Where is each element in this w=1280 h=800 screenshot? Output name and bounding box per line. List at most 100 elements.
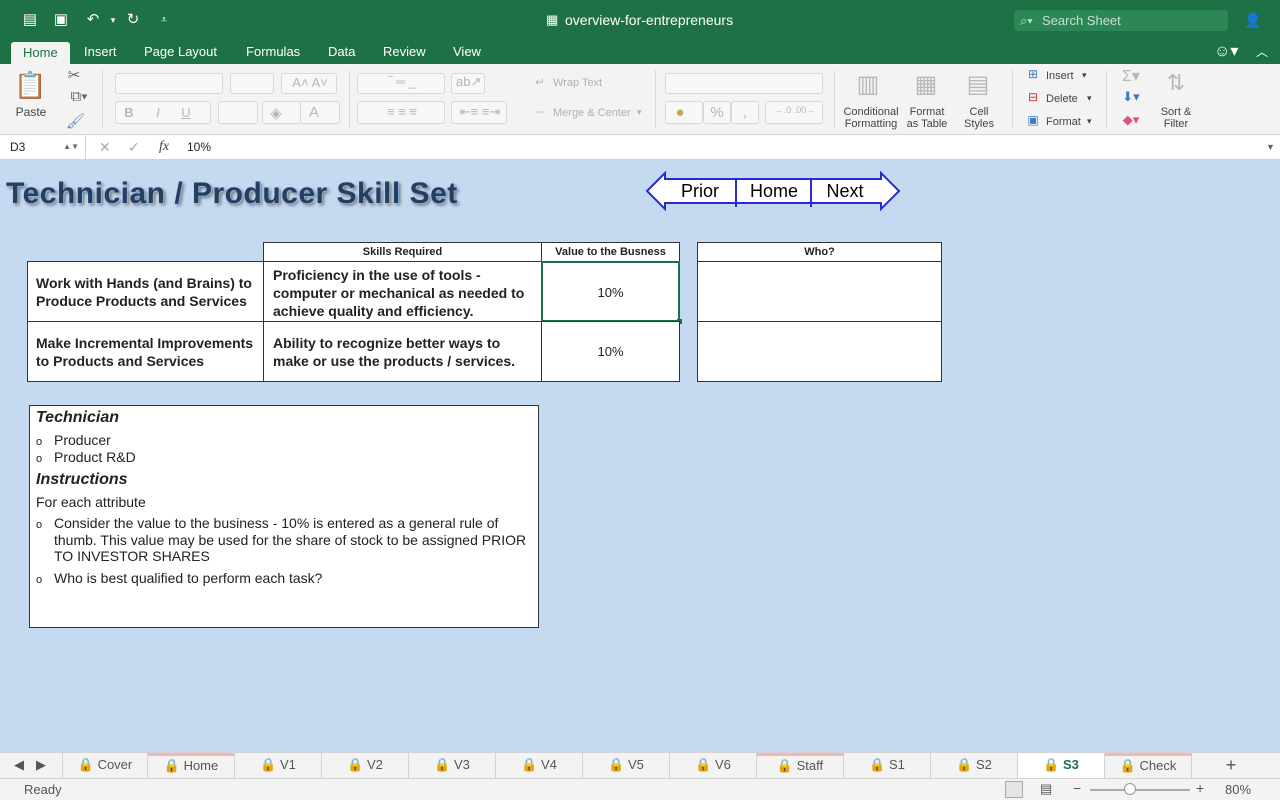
normal-view-icon[interactable]	[1005, 781, 1023, 798]
attribute-cell[interactable]: Make Incremental Improvements to Product…	[27, 321, 264, 382]
customize-toolbar-icon[interactable]: ⩡	[153, 10, 175, 30]
delete-button[interactable]: Delete	[1046, 93, 1078, 105]
paste-icon[interactable]: 📋	[14, 70, 46, 101]
font-size-select[interactable]	[230, 73, 274, 94]
sheet-tab-v3[interactable]: 🔒 V3	[409, 753, 496, 778]
sheet-tab-s2[interactable]: 🔒 S2	[931, 753, 1018, 778]
tab-review[interactable]: Review	[371, 40, 438, 64]
conditional-formatting-button[interactable]: Conditional Formatting	[842, 106, 900, 130]
sort-filter-button[interactable]: Sort & Filter	[1156, 106, 1196, 130]
collapse-ribbon-icon[interactable]: ︿	[1244, 40, 1280, 64]
cancel-formula-icon[interactable]: ✕	[99, 135, 111, 159]
fill-icon[interactable]: ⬇▾	[1116, 89, 1146, 105]
number-format-select[interactable]	[665, 73, 823, 94]
save-icon[interactable]: ▣	[50, 10, 72, 30]
sidebar-toggle-icon[interactable]: ▤	[19, 10, 41, 30]
share-user-icon[interactable]: 👤	[1242, 10, 1264, 30]
formula-input[interactable]: 10%	[187, 135, 211, 159]
zoom-in-icon[interactable]: +	[1196, 780, 1204, 796]
sheet-tab-v1[interactable]: 🔒 V1	[235, 753, 322, 778]
fill-color-button[interactable]: ◈	[262, 101, 302, 124]
font-style-group[interactable]: B I U	[115, 101, 211, 124]
italic-button[interactable]: I	[151, 105, 165, 120]
header-skills-required[interactable]: Skills Required	[263, 242, 542, 262]
name-box-stepper-icon[interactable]: ▲▼	[63, 135, 79, 159]
who-cell[interactable]	[697, 321, 942, 382]
expand-formula-icon[interactable]: ▼	[1266, 135, 1275, 159]
zoom-out-icon[interactable]: −	[1073, 780, 1081, 796]
horizontal-align-group[interactable]: ≡ ≡ ≡	[357, 101, 445, 124]
merge-center-button[interactable]: Merge & Center	[553, 107, 631, 119]
tab-insert[interactable]: Insert	[72, 40, 129, 64]
format-button[interactable]: Format	[1046, 116, 1081, 128]
sheet-tab-s1[interactable]: 🔒 S1	[844, 753, 931, 778]
comma-style-button[interactable]: ,	[731, 101, 759, 124]
indent-group[interactable]: ⇤≡ ≡⇥	[451, 101, 507, 124]
bold-button[interactable]: B	[122, 105, 136, 120]
cut-icon[interactable]: ✂	[66, 66, 82, 84]
sheet-tab-cover[interactable]: 🔒 Cover	[62, 753, 148, 778]
add-sheet-button[interactable]: +	[1218, 753, 1244, 778]
orientation-button[interactable]: ab↗	[451, 73, 485, 94]
attribute-cell[interactable]: Work with Hands (and Brains) to Produce …	[27, 261, 264, 322]
font-name-select[interactable]	[115, 73, 223, 94]
next-button[interactable]: Next	[812, 175, 878, 207]
tab-page-layout[interactable]: Page Layout	[132, 40, 229, 64]
home-button[interactable]: Home	[737, 175, 811, 207]
who-cell[interactable]	[697, 261, 942, 322]
sheet-tab-v6[interactable]: 🔒 V6	[670, 753, 757, 778]
prev-sheet-icon[interactable]: ◀	[8, 753, 30, 778]
value-cell[interactable]: 10%	[541, 321, 680, 382]
decimal-group[interactable]: ←.0 .00→	[765, 101, 823, 124]
header-value-to-business[interactable]: Value to the Busness	[541, 242, 680, 262]
percent-style-button[interactable]: %	[703, 101, 731, 124]
sheet-tab-s3[interactable]: 🔒 S3	[1018, 753, 1105, 778]
accounting-format-button[interactable]: ●	[665, 101, 703, 124]
font-size-grow-shrink[interactable]: A˄ A˅	[281, 73, 337, 94]
undo-dropdown-icon[interactable]: ▾	[102, 10, 124, 30]
zoom-slider-track[interactable]	[1090, 789, 1190, 791]
sheet-tab-check[interactable]: 🔒 Check	[1105, 753, 1192, 778]
insert-button[interactable]: Insert	[1046, 70, 1074, 82]
confirm-formula-icon[interactable]: ✓	[128, 135, 140, 159]
value-cell-selected[interactable]: 10%	[541, 261, 680, 322]
copy-icon[interactable]: ⧉▾	[66, 88, 92, 105]
underline-button[interactable]: U	[179, 105, 193, 120]
instructions-textbox[interactable]: Technician o Producer o Product R&D Inst…	[29, 405, 539, 628]
header-who[interactable]: Who?	[697, 242, 942, 262]
delete-dropdown-icon[interactable]: ▾	[1087, 93, 1092, 104]
borders-button[interactable]	[218, 101, 258, 124]
format-dropdown-icon[interactable]: ▾	[1087, 116, 1092, 127]
prior-button[interactable]: Prior	[664, 175, 736, 207]
format-as-table-button[interactable]: Format as Table	[903, 106, 951, 130]
sheet-tab-home[interactable]: 🔒 Home	[148, 753, 235, 778]
tab-view[interactable]: View	[441, 40, 493, 64]
paste-button[interactable]: Paste	[14, 105, 48, 119]
name-box[interactable]: D3 ▲▼	[0, 135, 86, 159]
sheet-tab-staff[interactable]: 🔒 Staff	[757, 753, 844, 778]
tab-data[interactable]: Data	[316, 40, 367, 64]
skills-cell[interactable]: Ability to recognize better ways to make…	[263, 321, 542, 382]
vertical-align-group[interactable]: ‾ ═ _	[357, 73, 445, 94]
insert-function-button[interactable]: fx	[159, 135, 169, 159]
wrap-text-button[interactable]: Wrap Text	[553, 77, 602, 89]
skills-cell[interactable]: Proficiency in the use of tools - comput…	[263, 261, 542, 322]
next-sheet-icon[interactable]: ▶	[30, 753, 52, 778]
font-color-button[interactable]: A	[300, 101, 340, 124]
undo-icon[interactable]: ↶	[82, 10, 104, 30]
sheet-tab-v5[interactable]: 🔒 V5	[583, 753, 670, 778]
tab-home[interactable]: Home	[11, 42, 70, 64]
merge-dropdown-icon[interactable]: ▾	[637, 107, 642, 118]
tab-formulas[interactable]: Formulas	[234, 40, 312, 64]
redo-icon[interactable]: ↻	[122, 10, 144, 30]
sheet-tab-v4[interactable]: 🔒 V4	[496, 753, 583, 778]
zoom-slider-thumb[interactable]	[1124, 783, 1136, 795]
search-sheet-input[interactable]: ⌕▾ Search Sheet	[1014, 10, 1228, 31]
format-painter-icon[interactable]: 🖌	[66, 112, 85, 130]
autosum-icon[interactable]: Σ▾	[1116, 66, 1146, 86]
cell-styles-button[interactable]: Cell Styles	[958, 106, 1000, 130]
sheet-tab-v2[interactable]: 🔒 V2	[322, 753, 409, 778]
clear-icon[interactable]: ◆▾	[1116, 112, 1146, 128]
page-layout-view-icon[interactable]: ▤	[1040, 781, 1052, 797]
insert-dropdown-icon[interactable]: ▾	[1082, 70, 1087, 81]
